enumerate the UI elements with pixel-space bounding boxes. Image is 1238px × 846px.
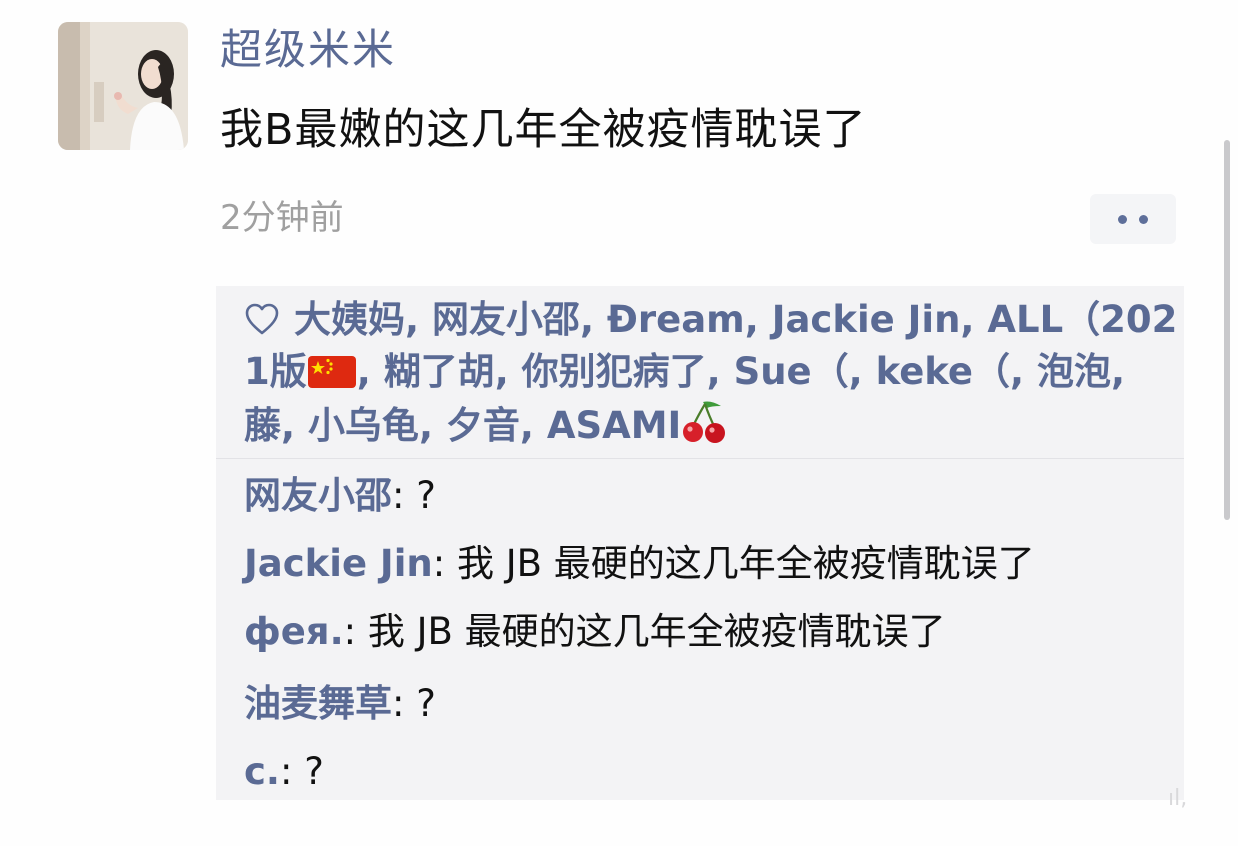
china-flag-emoji (307, 356, 356, 388)
like-name[interactable]: 网友小邵 (432, 298, 580, 341)
comment-row[interactable]: 油麦舞草: ? (244, 678, 436, 730)
like-separator: , (281, 404, 308, 447)
comment-author[interactable]: c. (244, 750, 280, 793)
watermark-mark: ıl, (1168, 786, 1188, 811)
like-name[interactable]: 你别犯病了 (522, 350, 707, 393)
like-name[interactable]: 大姨妈 (294, 298, 405, 341)
post-timestamp: 2分钟前 (220, 198, 344, 238)
more-dot-icon (1118, 214, 1127, 224)
comment-author[interactable]: 油麦舞草 (244, 682, 392, 725)
comment-separator: : (392, 682, 417, 725)
comment-row[interactable]: Jackie Jin: 我 JB 最硬的这几年全被疫情耽误了 (244, 538, 1035, 590)
like-separator: , (1110, 350, 1126, 393)
more-dot-icon (1139, 214, 1148, 224)
like-name[interactable]: 藤 (244, 404, 281, 447)
comment-text: 我 JB 最硬的这几年全被疫情耽误了 (367, 610, 946, 653)
comment-text: ? (304, 750, 324, 793)
like-name[interactable]: 夕音 (446, 404, 520, 447)
like-separator: , (1010, 350, 1037, 393)
like-name[interactable]: 糊了胡 (384, 350, 495, 393)
like-separator: , (494, 350, 522, 393)
like-separator: , (848, 350, 876, 393)
comment-separator: : (392, 474, 417, 517)
like-name[interactable]: Jackie Jin (772, 298, 961, 341)
post-author-name[interactable]: 超级米米 (220, 22, 396, 78)
likes-comments-divider (216, 458, 1184, 459)
likes-list: 大姨妈, 网友小邵, Đream, Jackie Jin, ALL（2021版 … (244, 294, 1179, 452)
cherry-emoji (683, 401, 726, 443)
like-separator: , (405, 298, 432, 341)
post-text: 我B最嫩的这几年全被疫情耽误了 (220, 105, 867, 155)
like-name[interactable]: 泡泡 (1037, 350, 1111, 393)
comment-row[interactable]: c.: ? (244, 746, 324, 798)
comment-text: 我 JB 最硬的这几年全被疫情耽误了 (456, 542, 1035, 585)
like-name[interactable]: Đream (607, 298, 745, 341)
more-actions-button[interactable] (1090, 194, 1176, 244)
like-separator: , (356, 350, 384, 393)
like-name[interactable]: ASAMI (547, 404, 682, 447)
heart-outline-icon (245, 303, 279, 335)
comment-row[interactable]: 网友小邵: ? (244, 470, 436, 522)
like-separator: , (960, 298, 988, 341)
comment-text: ? (416, 474, 436, 517)
comment-author[interactable]: 网友小邵 (244, 474, 392, 517)
like-separator: , (744, 298, 772, 341)
comment-row[interactable]: фея.: 我 JB 最硬的这几年全被疫情耽误了 (244, 606, 946, 658)
comment-text: ? (416, 682, 436, 725)
comment-separator: : (432, 542, 457, 585)
like-separator: , (579, 298, 607, 341)
like-separator: , (418, 404, 446, 447)
comment-author[interactable]: фея. (244, 610, 344, 653)
moments-post: 超级米米 我B最嫩的这几年全被疫情耽误了 2分钟前 大姨妈, 网友小邵, Đre… (0, 0, 1238, 846)
like-separator: , (706, 350, 734, 393)
vertical-scrollbar[interactable] (1224, 140, 1230, 520)
avatar[interactable] (58, 22, 188, 150)
like-separator: , (519, 404, 547, 447)
comment-separator: : (280, 750, 305, 793)
like-name[interactable]: 小乌龟 (308, 404, 419, 447)
like-name[interactable]: keke（ (876, 350, 1010, 393)
interaction-panel: 大姨妈, 网友小邵, Đream, Jackie Jin, ALL（2021版 … (216, 286, 1184, 800)
comment-separator: : (343, 610, 368, 653)
comment-author[interactable]: Jackie Jin (244, 542, 433, 585)
like-name[interactable]: Sue（ (734, 350, 849, 393)
